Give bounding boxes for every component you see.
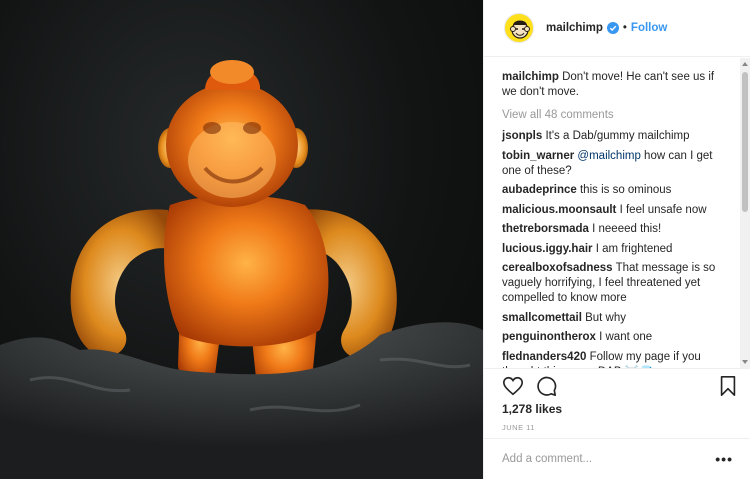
comment-text: I feel unsafe now (616, 203, 707, 216)
comment: lucious.iggy.hair I am frightened (502, 242, 725, 257)
post-date: JUNE 11 (502, 423, 535, 432)
comment: aubadeprince this is so ominous (502, 183, 725, 198)
post-username[interactable]: mailchimp (546, 22, 603, 34)
comment-text: I want one (595, 331, 653, 343)
comment-mention-link[interactable]: @mailchimp (574, 150, 640, 162)
post-header: mailchimp • Follow (484, 0, 750, 57)
comment-username[interactable]: lucious.iggy.hair (502, 243, 593, 255)
comment-username[interactable]: smallcomettail (502, 312, 582, 324)
instagram-post: mailchimp • Follow mailchimp Don't move!… (0, 0, 750, 479)
comment: flednanders420 Follow my page if you tho… (502, 350, 725, 369)
comment-text: I neeeed this! (588, 223, 662, 235)
comments-list[interactable]: mailchimp Don't move! He can't see us if… (484, 58, 750, 368)
bookmark-icon[interactable] (718, 375, 738, 397)
comment-username[interactable]: cerealboxofsadness (502, 262, 613, 274)
gummy-freddie-figure-illustration (0, 60, 483, 479)
comment: smallcomettail But why (502, 311, 725, 326)
comment-icon[interactable] (536, 375, 558, 397)
comment-username[interactable]: jsonpls (502, 130, 542, 142)
post-image[interactable] (0, 0, 483, 479)
comment: cerealboxofsadness That message is so va… (502, 261, 725, 306)
verified-badge-icon (606, 22, 619, 34)
scroll-up-arrow-icon[interactable] (742, 62, 748, 66)
comment-username[interactable]: flednanders420 (502, 351, 586, 363)
comment: malicious.moonsault I feel unsafe now (502, 203, 725, 218)
comment-username[interactable]: tobin_warner (502, 150, 574, 162)
post-side-panel: mailchimp • Follow mailchimp Don't move!… (483, 0, 750, 479)
comment-text: I am frightened (592, 242, 673, 255)
follow-button[interactable]: Follow (631, 22, 667, 34)
post-actions-bar (484, 368, 750, 402)
more-options-button[interactable]: ••• (715, 451, 733, 467)
comment: thetrebors​mada I neeeed this! (502, 222, 725, 237)
post-caption: mailchimp Don't move! He can't see us if… (502, 70, 725, 100)
scrollbar-thumb[interactable] (742, 72, 748, 212)
comment: jsonpls It's a Dab/gummy mailchimp (502, 129, 725, 144)
heart-icon[interactable] (502, 375, 524, 397)
comment: penguinontherox I want one (502, 330, 725, 345)
comment-text: It's a Dab/gummy mailchimp (542, 130, 690, 142)
view-all-comments-link[interactable]: View all 48 comments (502, 109, 725, 121)
avatar[interactable] (504, 13, 534, 43)
comment-text: this is so ominous (576, 184, 672, 196)
caption-username[interactable]: mailchimp (502, 71, 559, 83)
separator-dot: • (622, 22, 627, 34)
likes-count[interactable]: 1,278 likes (502, 402, 562, 416)
freddie-logo-icon (510, 20, 530, 39)
comments-scrollbar[interactable] (740, 58, 750, 368)
scroll-down-arrow-icon[interactable] (742, 360, 748, 364)
comment-username[interactable]: aubadeprince (502, 184, 577, 196)
comment-username[interactable]: thetrebors​mada (502, 223, 589, 235)
comment-text: But why (581, 311, 627, 324)
comment-username[interactable]: penguinontherox (502, 331, 596, 343)
add-comment-bar: ••• (484, 438, 750, 479)
comment-username[interactable]: malicious.moonsault (502, 204, 616, 216)
add-comment-input[interactable] (502, 453, 716, 465)
comment: tobin_warner @mailchimp how can I get on… (502, 149, 725, 179)
